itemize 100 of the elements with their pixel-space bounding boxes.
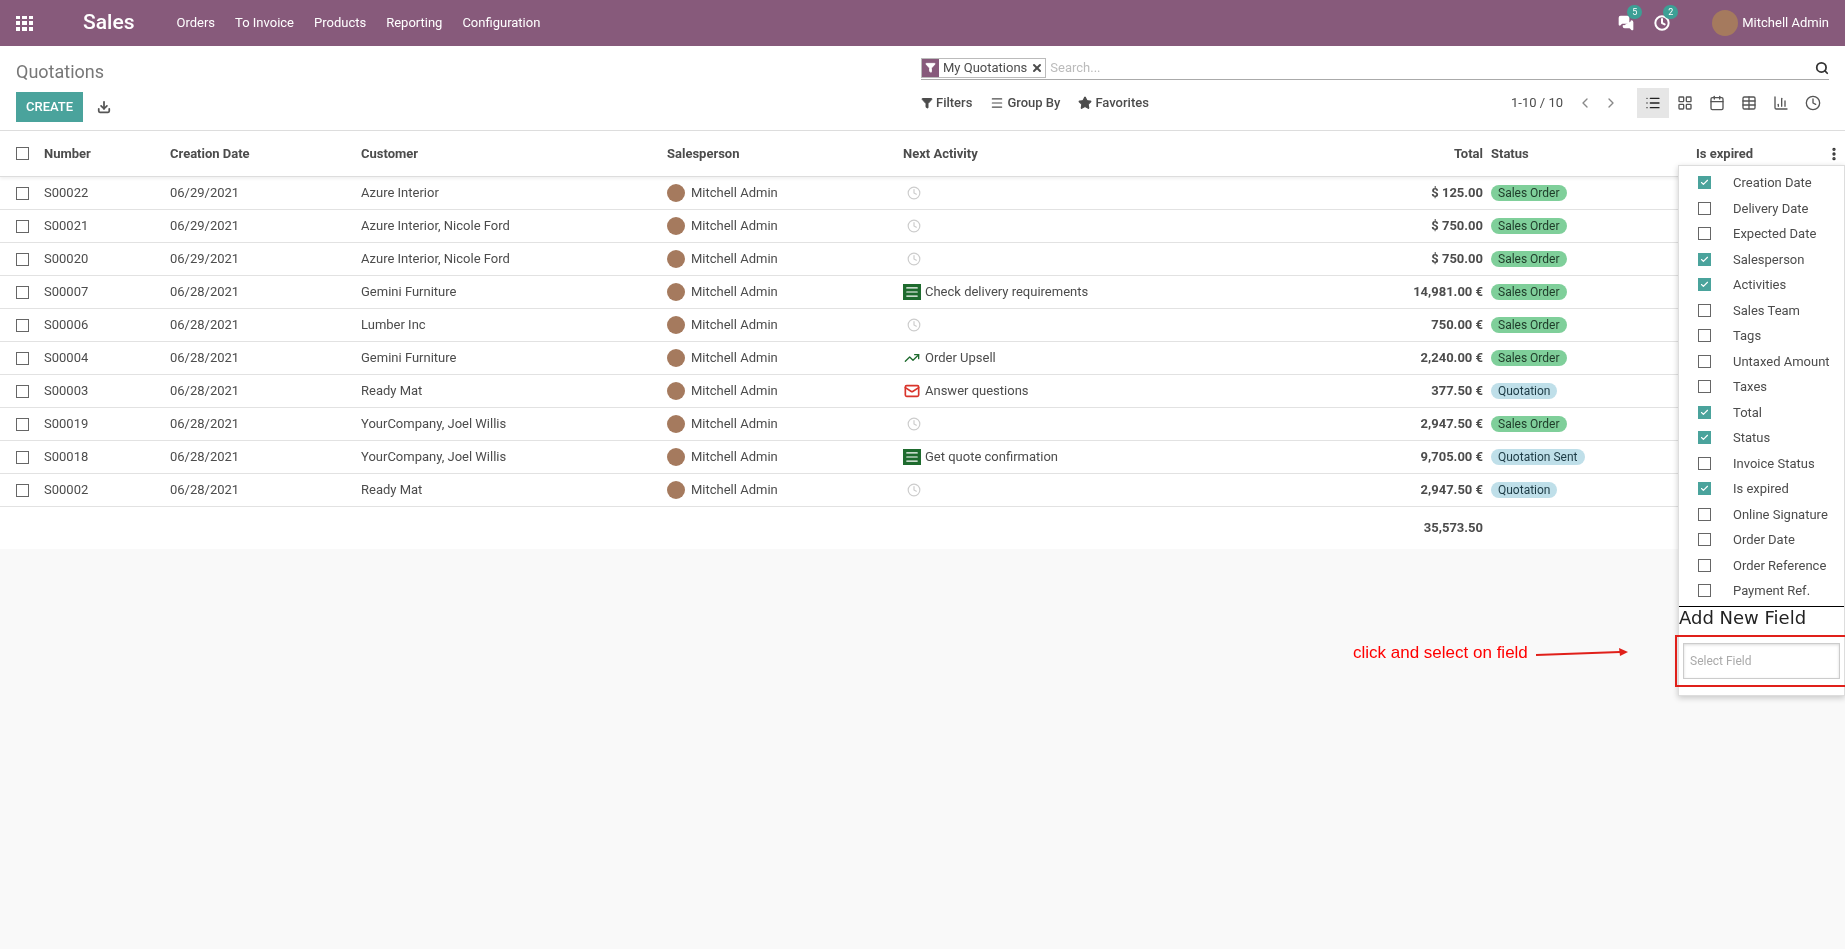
column-option[interactable]: Order Reference (1733, 555, 1827, 575)
table-cell-text: S00021 (44, 217, 90, 236)
table-cell-text: Azure Interior (361, 184, 440, 203)
app-title: Sales (83, 9, 135, 37)
status-tag: Quotation Sent (1491, 449, 1585, 466)
menu-item[interactable]: Configuration (462, 13, 541, 33)
column-option[interactable]: Creation Date (1733, 173, 1812, 193)
column-option[interactable]: Order Date (1733, 530, 1795, 550)
column-header[interactable]: Number (44, 143, 170, 164)
table-cell-text: 14,981.00 € (1412, 283, 1484, 302)
status-tag: Sales Order (1491, 284, 1567, 301)
column-header[interactable]: Salesperson (667, 143, 903, 164)
table-cell-text: S00019 (44, 415, 90, 434)
table-cell-text: S00004 (44, 349, 90, 368)
menu-item[interactable]: Orders (176, 13, 216, 33)
column-option[interactable]: Taxes (1733, 377, 1768, 397)
user-name[interactable]: Mitchell Admin (1742, 13, 1829, 33)
column-option[interactable]: Invoice Status (1733, 453, 1815, 473)
menu-item[interactable]: To Invoice (235, 13, 294, 33)
table-cell-text: 06/28/2021 (170, 316, 241, 335)
column-header[interactable]: Is expired (1696, 143, 1845, 164)
status-tag: Sales Order (1491, 185, 1567, 202)
column-header[interactable]: Creation Date (170, 143, 361, 164)
column-option[interactable]: Online Signature (1733, 504, 1828, 524)
column-option[interactable]: Expected Date (1733, 224, 1817, 244)
column-option[interactable]: Delivery Date (1733, 198, 1809, 218)
column-header[interactable]: Total (1323, 143, 1491, 164)
table-cell-text: 06/28/2021 (170, 415, 241, 434)
column-option[interactable]: Status (1733, 428, 1771, 448)
table-cell-text: Lumber Inc (361, 316, 427, 335)
message-count-badge: 5 (1627, 5, 1643, 19)
search-facet: My Quotations (942, 58, 1029, 77)
table-cell-text: S00003 (44, 382, 90, 401)
column-option[interactable]: Untaxed Amount (1733, 351, 1830, 371)
table-cell-text: Azure Interior, Nicole Ford (361, 250, 511, 269)
column-header[interactable]: Status (1491, 143, 1696, 164)
page-title: Quotations (16, 60, 105, 84)
table-cell-text: S00020 (44, 250, 90, 269)
table-cell-text: 06/28/2021 (170, 448, 241, 467)
column-option[interactable]: Salesperson (1733, 249, 1805, 269)
table-cell-text: $ 750.00 (1430, 250, 1484, 269)
column-option[interactable]: Sales Team (1733, 300, 1801, 320)
table-cell-text: 06/28/2021 (170, 349, 241, 368)
column-option[interactable]: Is expired (1733, 479, 1789, 499)
menu-item[interactable]: Products (314, 13, 367, 33)
table-cell-text: 9,705.00 € (1419, 448, 1484, 467)
table-cell-text: $ 750.00 (1430, 217, 1484, 236)
table-cell-text: Mitchell Admin (691, 217, 778, 236)
table-cell-text: Mitchell Admin (691, 448, 778, 467)
table-cell-text: 06/28/2021 (170, 382, 241, 401)
table-cell-text: Mitchell Admin (691, 382, 778, 401)
table-cell-text: Mitchell Admin (691, 349, 778, 368)
table-cell-text: Mitchell Admin (691, 184, 778, 203)
column-header[interactable]: Customer (361, 143, 667, 164)
status-tag: Sales Order (1491, 416, 1567, 433)
search-input[interactable]: Search... (1050, 57, 1815, 78)
table-cell-text: 750.00 € (1430, 316, 1484, 335)
table-cell-text: 377.50 € (1430, 382, 1484, 401)
activity-count-badge: 2 (1663, 5, 1679, 19)
select-field-input[interactable]: Select Field (1683, 642, 1840, 679)
grand-total: 35,573.50 (1422, 519, 1484, 538)
table-cell-text: 06/28/2021 (170, 283, 241, 302)
activity-text: Answer questions (925, 382, 1029, 401)
table-cell-text: Mitchell Admin (691, 250, 778, 269)
search-option-button[interactable]: Group By (990, 93, 1061, 113)
search-option-button[interactable]: Filters (921, 93, 973, 113)
status-tag: Sales Order (1491, 218, 1567, 235)
table-cell-text: Ready Mat (361, 481, 424, 500)
annotation-text: click and select on field (1353, 642, 1528, 664)
table-cell-text: Azure Interior, Nicole Ford (361, 217, 511, 236)
table-cell-text: 06/29/2021 (170, 217, 241, 236)
status-tag: Sales Order (1491, 350, 1567, 367)
table-cell-text: Mitchell Admin (691, 316, 778, 335)
table-cell-text: 06/29/2021 (170, 250, 241, 269)
status-tag: Quotation (1491, 482, 1558, 499)
table-cell-text: $ 125.00 (1430, 184, 1484, 203)
table-cell-text: 2,947.50 € (1419, 481, 1484, 500)
table-cell-text: 06/29/2021 (170, 184, 241, 203)
table-cell-text: YourCompany, Joel Willis (361, 448, 508, 467)
table-cell-text: Mitchell Admin (691, 481, 778, 500)
search-option-button[interactable]: Favorites (1078, 93, 1149, 113)
column-option[interactable]: Payment Ref. (1733, 581, 1811, 601)
table-cell-text: S00002 (44, 481, 90, 500)
column-option[interactable]: Total (1733, 402, 1763, 422)
table-cell-text: Mitchell Admin (691, 415, 778, 434)
column-header[interactable]: Next Activity (903, 143, 1323, 164)
table-cell-text: S00007 (44, 283, 90, 302)
table-cell-text: S00006 (44, 316, 90, 335)
status-tag: Quotation (1491, 383, 1558, 400)
column-option[interactable]: Tags (1733, 326, 1762, 346)
activity-text: Check delivery requirements (925, 283, 1089, 302)
table-cell-text: YourCompany, Joel Willis (361, 415, 508, 434)
table-cell-text: 06/28/2021 (170, 481, 241, 500)
table-cell-text: 2,240.00 € (1419, 349, 1484, 368)
pager: 1-10 / 10 (1511, 94, 1563, 113)
menu-item[interactable]: Reporting (386, 13, 443, 33)
table-cell-text: Gemini Furniture (361, 283, 458, 302)
column-option[interactable]: Activities (1733, 275, 1787, 295)
activity-text: Get quote confirmation (925, 448, 1059, 467)
table-cell-text: Mitchell Admin (691, 283, 778, 302)
